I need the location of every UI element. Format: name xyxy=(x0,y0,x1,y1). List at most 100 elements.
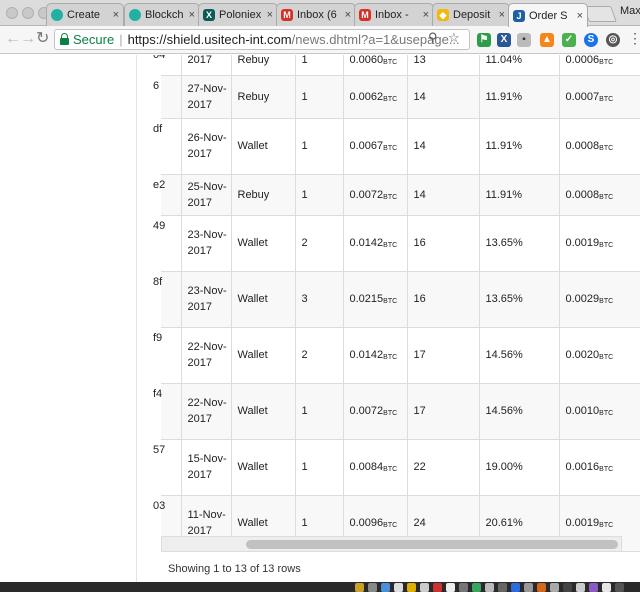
dock-app-icon[interactable] xyxy=(602,583,611,592)
earned-cell: 0.0010BTC xyxy=(558,383,640,440)
browser-tab[interactable]: ◆ Deposit × xyxy=(432,3,510,26)
new-tab-button[interactable] xyxy=(583,6,617,22)
horizontal-scrollbar[interactable] xyxy=(161,536,622,552)
browser-tab[interactable]: M Inbox (6 × xyxy=(276,3,356,26)
tab-label: Create xyxy=(67,9,101,21)
tab-close-icon[interactable]: × xyxy=(345,9,351,21)
window-close-button[interactable] xyxy=(6,7,18,19)
order-id-cell: 49 xyxy=(153,215,181,272)
order-quantity: 1 xyxy=(301,517,308,529)
order-type: Rebuy xyxy=(237,55,270,66)
type-cell: Rebuy xyxy=(230,55,295,76)
browser-toolbar: ← → ↻ Secure | https://shield.usitech-in… xyxy=(0,26,640,54)
date-day: 23-Nov- xyxy=(187,285,227,297)
dock-app-icon[interactable] xyxy=(394,583,403,592)
date-day: 25-Nov- xyxy=(187,180,227,193)
tab-close-icon[interactable]: × xyxy=(577,10,583,22)
search-icon[interactable]: ⚲ xyxy=(428,30,438,46)
tab-strip: Create × Blockch × X Poloniex × M Inbox (6 × M Inbo… xyxy=(0,0,640,27)
reload-icon[interactable]: ↻ xyxy=(36,30,49,48)
forward-arrow-icon[interactable]: → xyxy=(20,30,36,48)
window-minimize-button[interactable] xyxy=(22,7,34,19)
dock-app-icon[interactable] xyxy=(485,583,494,592)
currency-unit: BTC xyxy=(383,410,398,417)
tab-close-icon[interactable]: × xyxy=(499,9,505,21)
type-cell: Wallet xyxy=(230,271,295,328)
dock-app-icon[interactable] xyxy=(368,583,377,592)
orders-table: 04 2017 Rebuy 1 0.0060BTC 13 11.04% 0.0006BTC 6 2… xyxy=(153,55,640,552)
browser-tab[interactable]: Create × xyxy=(46,3,124,26)
amount-cell: 0.0142BTC xyxy=(342,327,407,384)
order-type: Wallet xyxy=(237,461,268,473)
order-amount: 0.0067 xyxy=(349,140,384,152)
dock-app-icon[interactable] xyxy=(433,583,442,592)
days-count: 14 xyxy=(413,90,426,103)
table-row: df 26-Nov- 2017 Wallet 1 0.0067BTC 14 11.91% 0.0… xyxy=(153,118,640,175)
extension-blue-x-icon[interactable]: X xyxy=(497,33,511,47)
currency-unit: BTC xyxy=(383,95,398,103)
scrollbar-thumb[interactable] xyxy=(246,540,618,549)
order-quantity: 1 xyxy=(301,188,308,201)
date-cell: 23-Nov- 2017 xyxy=(180,271,231,328)
dock-app-icon[interactable] xyxy=(524,583,533,592)
browser-tab[interactable]: X Poloniex × xyxy=(198,3,278,26)
order-type: Rebuy xyxy=(237,90,270,103)
bookmark-star-icon[interactable]: ☆ xyxy=(448,30,460,46)
dock-app-icon[interactable] xyxy=(563,583,572,592)
order-id: f9 xyxy=(153,331,163,344)
days-count: 17 xyxy=(413,349,426,361)
browser-tab[interactable]: M Inbox - × xyxy=(354,3,434,26)
order-type: Wallet xyxy=(237,140,268,152)
dock-app-icon[interactable] xyxy=(407,583,416,592)
extension-green-icon[interactable]: ⚑ xyxy=(477,33,491,47)
dock-app-icon[interactable] xyxy=(537,583,546,592)
currency-unit: BTC xyxy=(599,58,614,66)
dock-app-icon[interactable] xyxy=(550,583,559,592)
date-year: 2017 xyxy=(187,301,212,313)
extension-circle-icon[interactable]: ◎ xyxy=(606,33,620,47)
dock-app-icon[interactable] xyxy=(459,583,468,592)
dock-app-icon[interactable] xyxy=(576,583,585,592)
dock-app-icon[interactable] xyxy=(589,583,598,592)
browser-tab[interactable]: Blockch × xyxy=(124,3,200,26)
date-year: 2017 xyxy=(187,245,212,257)
extension-checkbox-icon[interactable]: ✓ xyxy=(562,33,576,47)
metamask-fox-icon[interactable]: ▲ xyxy=(540,33,554,47)
tab-close-icon[interactable]: × xyxy=(189,9,195,21)
menu-dots-icon[interactable]: ⋮ xyxy=(628,30,640,47)
dock-app-icon[interactable] xyxy=(420,583,429,592)
dock-app-icon[interactable] xyxy=(511,583,520,592)
dock-app-icon[interactable] xyxy=(615,583,624,592)
currency-unit: BTC xyxy=(599,298,614,305)
content-divider xyxy=(136,55,137,582)
address-bar[interactable]: Secure | https://shield.usitech-int.com … xyxy=(54,29,470,50)
tab-close-icon[interactable]: × xyxy=(267,9,273,21)
dock-app-icon[interactable] xyxy=(355,583,364,592)
extension-swirl-icon[interactable]: S xyxy=(584,33,598,47)
order-id: e2 xyxy=(153,178,166,191)
return-percent: 20.61% xyxy=(485,517,523,529)
date-day: 22-Nov- xyxy=(187,341,227,353)
earned-cell: 0.0029BTC xyxy=(558,271,640,328)
dock-app-icon[interactable] xyxy=(446,583,455,592)
type-cell: Rebuy xyxy=(230,75,295,119)
profile-name[interactable]: Max xyxy=(620,5,640,17)
date-day: 11-Nov- xyxy=(187,509,226,521)
order-quantity: 3 xyxy=(301,293,308,305)
order-quantity: 1 xyxy=(301,140,308,152)
dock-app-icon[interactable] xyxy=(472,583,481,592)
date-year: 2017 xyxy=(187,196,212,209)
extension-grey-icon[interactable]: ▪ xyxy=(517,33,531,47)
browser-tab[interactable]: J Order S × xyxy=(508,3,588,27)
order-id-cell: 57 xyxy=(153,439,181,496)
earned-cell: 0.0008BTC xyxy=(558,118,640,175)
dock-app-icon[interactable] xyxy=(381,583,390,592)
days-count: 14 xyxy=(413,140,426,152)
back-arrow-icon[interactable]: ← xyxy=(5,30,21,48)
amount-cell: 0.0072BTC xyxy=(342,383,407,440)
dock-app-icon[interactable] xyxy=(498,583,507,592)
tab-close-icon[interactable]: × xyxy=(423,9,429,21)
earned-cell: 0.0020BTC xyxy=(558,327,640,384)
tab-close-icon[interactable]: × xyxy=(113,9,119,21)
order-quantity: 1 xyxy=(301,461,308,473)
